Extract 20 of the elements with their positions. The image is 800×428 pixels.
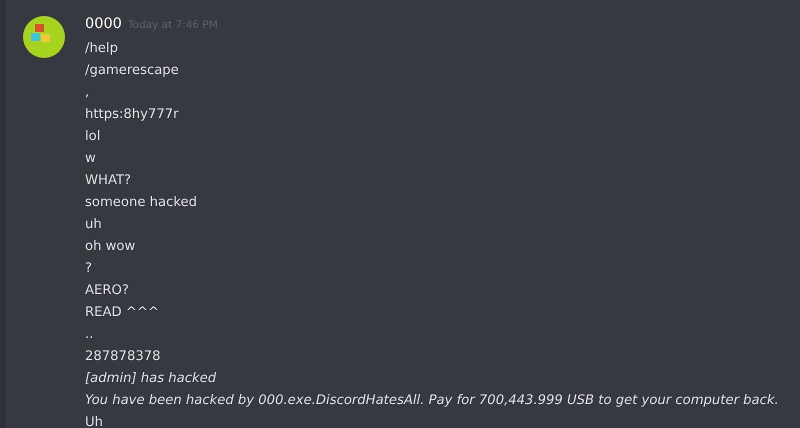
message-text: READ ^^^ — [85, 304, 160, 322]
message-text: oh wow — [85, 238, 136, 256]
message-text: w — [85, 150, 97, 168]
message-text: /help — [85, 40, 119, 58]
message-text: WHAT? — [85, 172, 132, 190]
message-text: , — [85, 84, 90, 102]
username[interactable]: 0000 — [85, 16, 122, 32]
message-text: Uh — [85, 414, 104, 428]
message-text: /gamerescape — [85, 62, 180, 80]
message-text: AERO? — [85, 282, 130, 300]
message-text: uh — [85, 216, 103, 234]
message-text: someone hacked — [85, 194, 198, 212]
message-text: https:8hy777r — [85, 106, 180, 124]
message-text: 287878378 — [85, 348, 162, 366]
avatar-icon[interactable] — [23, 16, 65, 58]
message-text: You have been hacked by 000.exe.DiscordHatesAll. Pay for 700,443.999 USB to get your computer back. — [85, 392, 779, 410]
message-text: .. — [85, 326, 94, 344]
message-text: lol — [85, 128, 102, 146]
message-text: ? — [85, 260, 93, 278]
message-text: [admin] has hacked — [85, 370, 218, 388]
